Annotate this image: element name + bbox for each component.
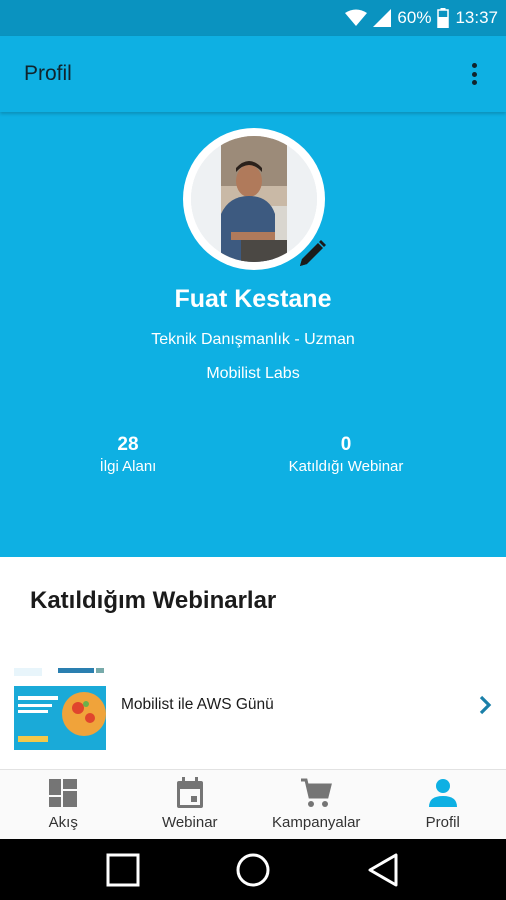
stat-value: 0	[340, 434, 352, 455]
list-item[interactable]: Mobilist ile AWS Günü	[0, 656, 506, 756]
profile-header: Fuat Kestane Teknik Danışmanlık - Uzman …	[0, 112, 506, 557]
back-button[interactable]	[363, 850, 403, 890]
bottom-navigation: Akış Webinar Kampanyalar Profil	[0, 769, 506, 839]
recents-button[interactable]	[103, 850, 143, 890]
pencil-icon	[300, 240, 326, 266]
stat-interests[interactable]: 28 İlgi Alanı	[28, 434, 228, 475]
nav-item-webinar[interactable]: Webinar	[127, 770, 254, 839]
stat-label: İlgi Alanı	[99, 458, 157, 475]
nav-label: Kampanyalar	[272, 814, 361, 831]
profile-company: Mobilist Labs	[206, 365, 300, 382]
dashboard-icon	[46, 776, 80, 810]
stat-webinars[interactable]: 0 Katıldığı Webinar	[246, 434, 446, 475]
nav-label: Profil	[425, 814, 460, 831]
nav-item-kampanyalar[interactable]: Kampanyalar	[253, 770, 380, 839]
app-bar: Profil	[0, 36, 506, 112]
webinar-thumbnail	[14, 664, 106, 750]
profile-name: Fuat Kestane	[174, 285, 332, 313]
person-icon	[426, 776, 460, 810]
stat-label: Katıldığı Webinar	[288, 458, 404, 475]
battery-icon	[437, 8, 450, 28]
stat-value: 28	[117, 434, 139, 455]
chevron-right-icon	[474, 694, 496, 716]
dot-icon	[471, 80, 477, 85]
home-button[interactable]	[233, 850, 273, 890]
webinar-title: Mobilist ile AWS Günü	[121, 696, 274, 713]
system-navigation	[0, 839, 506, 900]
more-options-button[interactable]	[462, 60, 486, 88]
calendar-icon	[173, 776, 207, 810]
dot-icon	[471, 63, 477, 68]
dot-icon	[471, 71, 477, 77]
nav-item-profil[interactable]: Profil	[380, 770, 506, 839]
battery-percent: 60%	[397, 8, 432, 27]
nav-label: Akış	[48, 814, 78, 831]
section-title: Katıldığım Webinarlar	[30, 587, 277, 614]
edit-avatar-button[interactable]	[294, 238, 328, 272]
page-title: Profil	[24, 62, 72, 85]
signal-icon	[373, 9, 392, 27]
nav-item-akis[interactable]: Akış	[0, 770, 127, 839]
profile-role: Teknik Danışmanlık - Uzman	[151, 331, 355, 348]
clock: 13:37	[455, 8, 498, 27]
nav-label: Webinar	[161, 814, 218, 831]
wifi-icon	[345, 9, 368, 27]
status-bar: 60% 13:37	[0, 0, 506, 36]
cart-icon	[299, 776, 333, 810]
